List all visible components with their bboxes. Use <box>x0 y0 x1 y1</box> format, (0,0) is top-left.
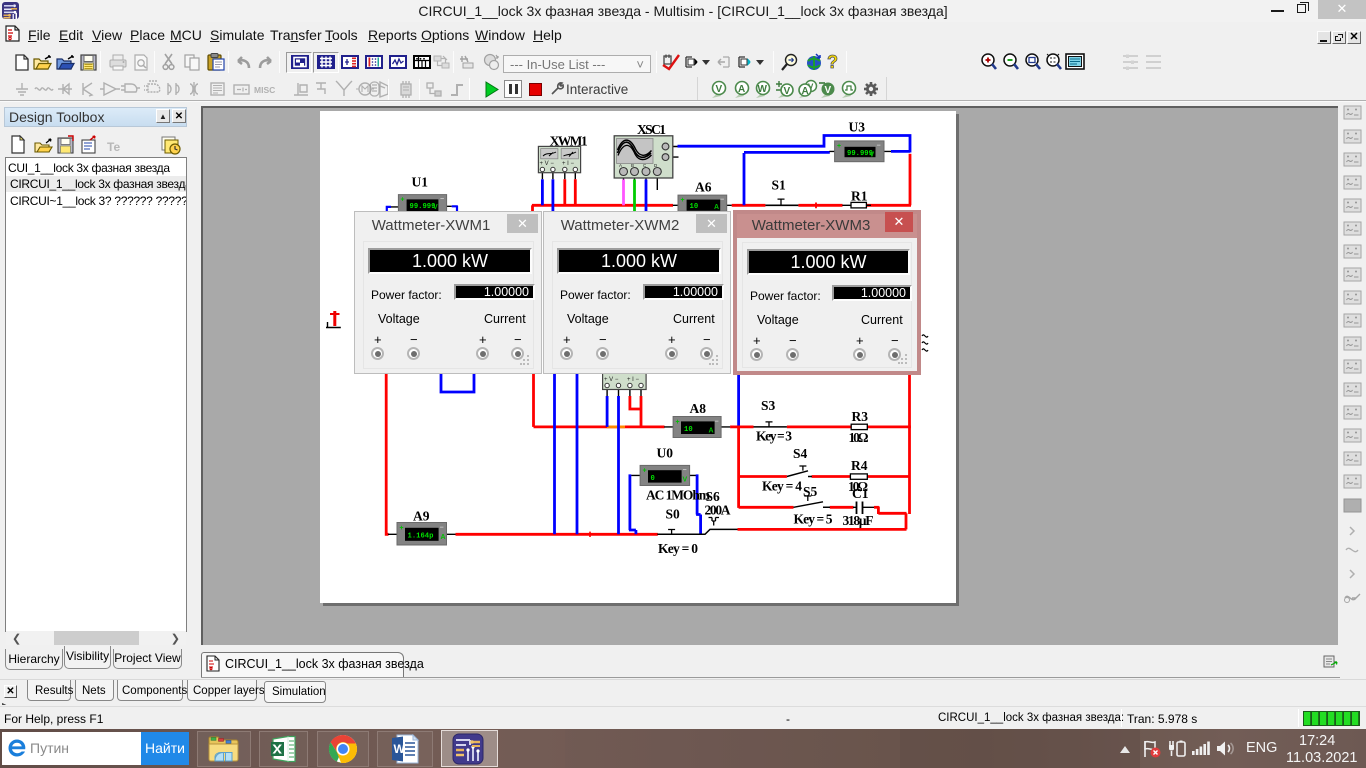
svg-text:V: V <box>825 85 832 96</box>
svg-text:MISC: MISC <box>254 85 275 95</box>
svg-text:1.164p: 1.164p <box>408 533 434 541</box>
svg-text:R1: R1 <box>851 189 868 204</box>
svg-text:−: − <box>683 467 687 474</box>
svg-text:A: A <box>738 84 745 95</box>
svg-text:−: − <box>440 525 444 532</box>
svg-text:0: 0 <box>651 475 655 483</box>
svg-text:V: V <box>870 152 875 159</box>
svg-text:V: V <box>683 477 688 484</box>
svg-text:S1: S1 <box>772 178 787 193</box>
svg-text:10: 10 <box>690 203 699 211</box>
svg-text:W: W <box>394 742 406 756</box>
svg-text:+ V −: + V − <box>604 377 619 383</box>
svg-text:?: ? <box>827 52 838 72</box>
svg-text:A: A <box>714 204 719 211</box>
svg-text:−: − <box>877 143 881 150</box>
svg-text:+: + <box>401 197 405 204</box>
svg-text:S5: S5 <box>803 484 818 499</box>
svg-text:+ I −: + I − <box>627 377 640 383</box>
svg-text:R4: R4 <box>851 458 868 473</box>
svg-text:XSC1: XSC1 <box>637 122 666 137</box>
svg-text:S0: S0 <box>666 507 681 522</box>
svg-text:U3: U3 <box>849 120 866 135</box>
svg-text:W: W <box>758 84 768 95</box>
svg-text:A6: A6 <box>695 180 712 195</box>
svg-text:A: A <box>441 534 446 541</box>
svg-text:V: V <box>433 204 438 211</box>
svg-text:S4: S4 <box>793 446 808 461</box>
svg-text:+ I −: + I − <box>562 161 575 167</box>
svg-text:U0: U0 <box>657 446 674 461</box>
svg-text:318µF: 318µF <box>843 513 874 528</box>
svg-text:C1: C1 <box>852 486 869 501</box>
svg-text:U1: U1 <box>412 175 429 190</box>
svg-text:+ V −: + V − <box>540 161 555 167</box>
svg-text:R3: R3 <box>852 409 869 424</box>
svg-text:+: + <box>676 419 680 426</box>
svg-text:200A: 200A <box>705 503 731 518</box>
svg-text:99.999: 99.999 <box>410 203 436 211</box>
svg-text:A8: A8 <box>690 401 707 416</box>
svg-text:Key = 0: Key = 0 <box>658 541 698 556</box>
svg-text:Key = 3: Key = 3 <box>756 429 792 444</box>
svg-text:+: + <box>837 143 841 150</box>
svg-text:10Ω: 10Ω <box>849 430 869 445</box>
svg-text:AC 1MOhm: AC 1MOhm <box>646 488 711 503</box>
svg-text:A: A <box>802 86 809 97</box>
svg-text:−: − <box>720 197 724 204</box>
svg-text:10: 10 <box>684 426 693 434</box>
svg-text:A9: A9 <box>413 509 430 524</box>
svg-text:Te: Te <box>107 140 120 154</box>
svg-text:+: + <box>681 197 685 204</box>
svg-text:A: A <box>709 428 714 435</box>
svg-text:+: + <box>643 468 647 475</box>
svg-text:XWM1: XWM1 <box>550 134 588 149</box>
svg-text:−: − <box>440 196 444 203</box>
svg-text:+: + <box>400 525 404 532</box>
svg-text:V: V <box>784 86 791 97</box>
svg-text:V: V <box>716 84 723 95</box>
svg-text:Key = 4: Key = 4 <box>762 479 802 494</box>
svg-text:Key = 5: Key = 5 <box>794 512 833 527</box>
svg-text:A: A <box>619 163 622 168</box>
svg-text:B: B <box>631 163 634 168</box>
svg-text:−: − <box>715 419 719 426</box>
svg-text:S3: S3 <box>761 398 776 413</box>
